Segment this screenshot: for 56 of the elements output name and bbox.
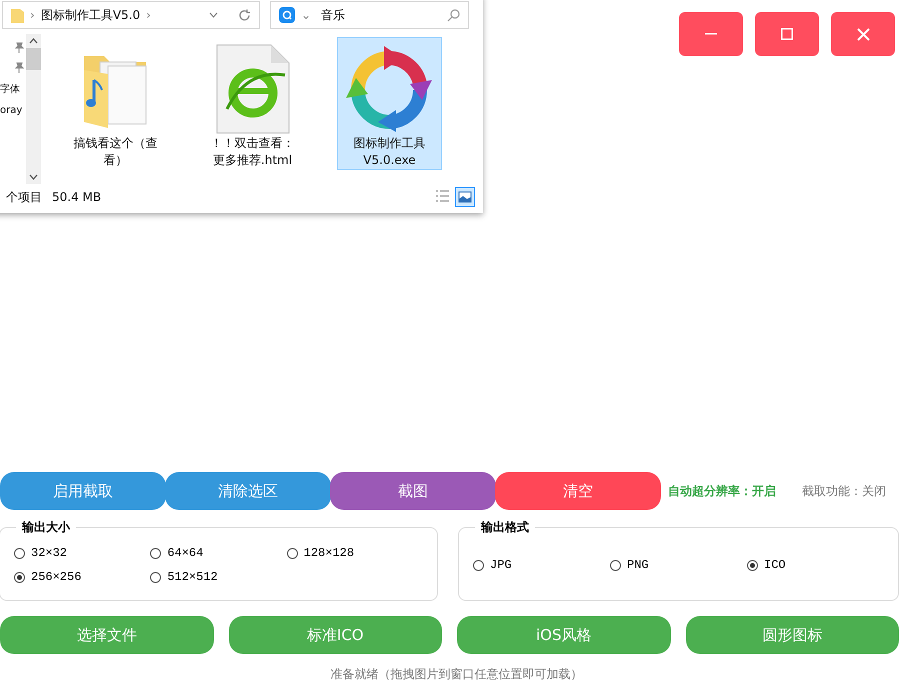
radio-option[interactable]: 32×32 — [14, 546, 150, 560]
toolbar-button[interactable]: 截图 — [330, 472, 496, 510]
radio-button[interactable] — [610, 560, 621, 570]
large-icons-view-icon[interactable] — [455, 187, 475, 207]
radio-option[interactable]: 64×64 — [150, 546, 287, 560]
minimize-icon — [705, 33, 717, 35]
group-title: 输出大小 — [20, 519, 72, 536]
radio-button[interactable] — [14, 572, 25, 582]
close-button[interactable] — [831, 12, 895, 56]
capture-status: 截取功能：关闭 — [802, 482, 886, 500]
radio-option[interactable]: 128×128 — [286, 546, 423, 560]
scrollbar[interactable] — [26, 34, 41, 184]
radio-option[interactable]: PNG — [610, 558, 747, 572]
item-count: 个项目 — [6, 188, 42, 206]
radio-option[interactable]: 256×256 — [14, 570, 150, 584]
address-bar[interactable]: › 图标制作工具V5.0 › — [2, 1, 260, 29]
radio-button[interactable] — [286, 548, 298, 558]
search-icon[interactable] — [447, 8, 460, 22]
maximize-button[interactable] — [755, 12, 819, 56]
pin-icon[interactable] — [14, 42, 24, 53]
scrollbar-thumb[interactable] — [26, 48, 41, 70]
search-field[interactable]: ⌄ 音乐 — [270, 1, 469, 29]
radio-button[interactable] — [150, 548, 162, 558]
radio-button[interactable] — [473, 560, 484, 570]
file-name: ！！双击查看：更多推荐.html — [210, 135, 296, 169]
nav-item[interactable]: oray — [0, 105, 22, 116]
radio-option[interactable]: JPG — [473, 558, 610, 572]
radio-button[interactable] — [150, 572, 162, 582]
radio-option[interactable]: 512×512 — [150, 570, 287, 584]
radio-button[interactable] — [747, 560, 758, 570]
pin-icon[interactable] — [14, 62, 24, 73]
chevron-down-icon[interactable] — [209, 12, 218, 18]
search-engine-icon — [279, 7, 295, 23]
breadcrumb-separator: › — [30, 8, 35, 22]
chevron-up-icon[interactable] — [29, 38, 38, 44]
radio-button[interactable] — [14, 548, 25, 558]
chevron-down-icon[interactable] — [29, 174, 38, 180]
folder-icon — [11, 8, 24, 22]
address-path: 图标制作工具V5.0 — [40, 6, 140, 24]
dropdown-caret[interactable]: ⌄ — [301, 8, 312, 22]
super-resolution-status: 自动超分辨率：开启 — [668, 482, 776, 500]
close-icon — [856, 28, 870, 40]
group-title: 输出格式 — [480, 519, 530, 536]
status-message: 准备就绪（拖拽图片到窗口任意位置即可加载） — [330, 666, 582, 683]
file-item[interactable]: 图标制作工具V5.0.exe — [337, 37, 442, 170]
radio-option[interactable]: ICO — [747, 558, 884, 572]
file-name: 图标制作工具V5.0.exe — [352, 135, 426, 169]
total-size: 50.4 MB — [52, 190, 102, 204]
maximize-icon — [781, 28, 793, 40]
nav-item[interactable]: 字体 — [0, 82, 20, 96]
file-item[interactable]: 搞钱看这个（查看） — [63, 37, 168, 170]
file-item[interactable]: ！！双击查看：更多推荐.html — [200, 37, 305, 170]
web-page-icon — [214, 42, 290, 134]
file-name: 搞钱看这个（查看） — [72, 135, 158, 169]
refresh-icon[interactable] — [238, 8, 251, 22]
breadcrumb-separator: › — [146, 8, 151, 22]
